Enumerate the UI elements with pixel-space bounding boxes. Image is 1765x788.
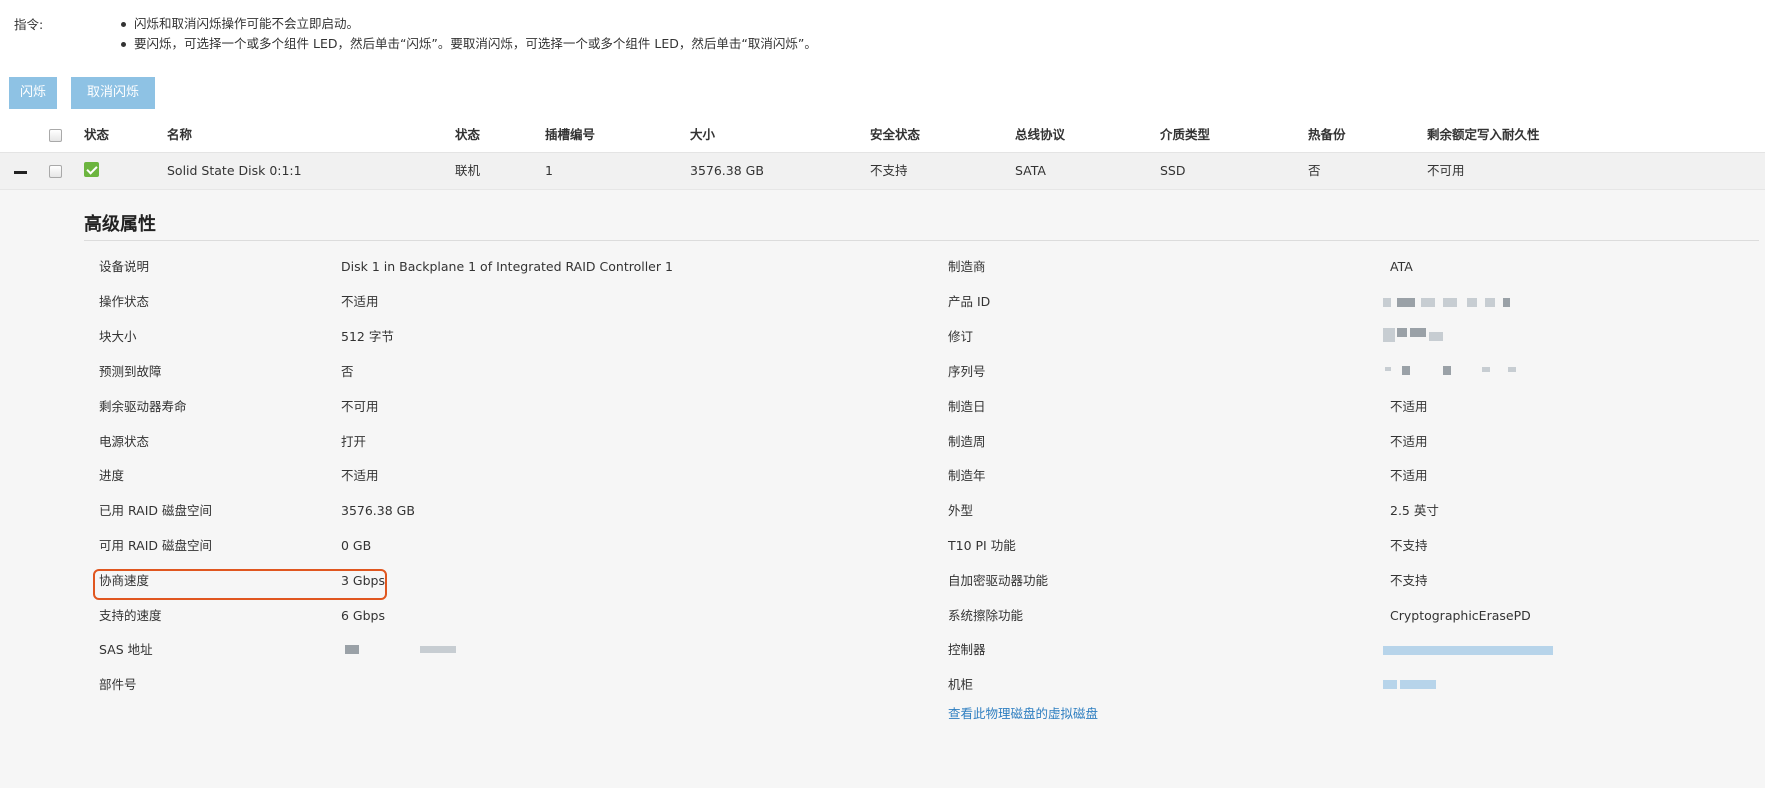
prop-label: SAS 地址 — [99, 642, 153, 657]
prop-label: 产品 ID — [948, 294, 991, 309]
prop-value: 不适用 — [1390, 468, 1428, 483]
view-virtual-disks-link[interactable]: 查看此物理磁盘的虚拟磁盘 — [948, 704, 1098, 724]
prop-label: 已用 RAID 磁盘空间 — [99, 503, 212, 518]
header-name[interactable]: 名称 — [167, 118, 192, 152]
disk-name: Solid State Disk 0:1:1 — [167, 163, 302, 178]
disk-bus: SATA — [1015, 163, 1046, 178]
prop-value: 不适用 — [1390, 434, 1428, 449]
table-header: 状态 名称 状态 插槽编号 大小 安全状态 总线协议 介质类型 热备份 剩余额定… — [0, 118, 1765, 153]
prop-label: 制造年 — [948, 468, 986, 483]
prop-value: CryptographicErasePD — [1390, 608, 1531, 623]
prop-label: 预测到故障 — [99, 364, 162, 379]
header-bus[interactable]: 总线协议 — [1015, 118, 1065, 152]
redacted-value — [345, 645, 359, 654]
header-endurance[interactable]: 剩余额定写入耐久性 — [1427, 118, 1540, 152]
header-security[interactable]: 安全状态 — [870, 118, 920, 152]
prop-value: ATA — [1390, 259, 1413, 274]
header-hotspare[interactable]: 热备份 — [1308, 118, 1346, 152]
redacted-value — [420, 646, 456, 653]
prop-label: 设备说明 — [99, 259, 150, 274]
prop-value: 不适用 — [341, 468, 379, 483]
redacted-value — [1410, 328, 1426, 337]
redacted-value — [1482, 367, 1490, 372]
prop-label: 支持的速度 — [99, 608, 162, 623]
disk-media: SSD — [1160, 163, 1186, 178]
redacted-value — [1397, 298, 1415, 307]
prop-value: 不适用 — [341, 294, 379, 309]
prop-label: 控制器 — [948, 642, 986, 657]
unblink-button[interactable]: 取消闪烁 — [71, 77, 155, 109]
collapse-icon[interactable] — [14, 171, 27, 174]
prop-value: 512 字节 — [341, 329, 394, 344]
prop-value: 2.5 英寸 — [1390, 503, 1439, 518]
redacted-value — [1400, 680, 1436, 689]
disk-slot: 1 — [545, 163, 553, 178]
prop-value: 否 — [341, 364, 354, 379]
instruction-item: 闪烁和取消闪烁操作可能不会立即启动。 — [118, 14, 817, 34]
blink-button[interactable]: 闪烁 — [9, 77, 57, 109]
prop-label: T10 PI 功能 — [948, 538, 1016, 553]
prop-value: 不支持 — [1390, 573, 1428, 588]
disk-size: 3576.38 GB — [690, 163, 764, 178]
prop-label: 机柜 — [948, 677, 974, 692]
disk-hotspare: 否 — [1308, 163, 1321, 178]
disk-endurance: 不可用 — [1427, 163, 1465, 178]
redacted-value — [1383, 328, 1395, 342]
redacted-value — [1503, 298, 1510, 307]
prop-value: Disk 1 in Backplane 1 of Integrated RAID… — [341, 259, 673, 274]
prop-label: 制造周 — [948, 434, 986, 449]
disk-state: 联机 — [455, 163, 481, 178]
prop-label: 自加密驱动器功能 — [948, 573, 1049, 588]
prop-value: 6 Gbps — [341, 608, 385, 623]
prop-label: 进度 — [99, 468, 125, 483]
prop-label: 修订 — [948, 329, 974, 344]
prop-value: 3576.38 GB — [341, 503, 415, 518]
header-size[interactable]: 大小 — [690, 118, 715, 152]
prop-label: 操作状态 — [99, 294, 150, 309]
redacted-value — [1485, 298, 1495, 307]
prop-label: 序列号 — [948, 364, 986, 379]
redacted-value — [1443, 298, 1457, 307]
header-media[interactable]: 介质类型 — [1160, 118, 1210, 152]
disk-security: 不支持 — [870, 163, 908, 178]
check-icon — [84, 162, 99, 177]
prop-value: 打开 — [341, 434, 367, 449]
prop-label: 部件号 — [99, 677, 137, 692]
instruction-item: 要闪烁，可选择一个或多个组件 LED，然后单击“闪烁”。要取消闪烁，可选择一个或… — [118, 34, 817, 54]
prop-label: 电源状态 — [99, 434, 150, 449]
instructions-list: 闪烁和取消闪烁操作可能不会立即启动。 要闪烁，可选择一个或多个组件 LED，然后… — [118, 14, 817, 54]
prop-label: 制造商 — [948, 259, 986, 274]
header-slot[interactable]: 插槽编号 — [545, 118, 595, 152]
redacted-value — [1402, 366, 1410, 375]
instructions-label: 指令: — [14, 17, 44, 32]
redacted-value — [1385, 367, 1391, 371]
advanced-properties-title: 高级属性 — [84, 214, 156, 235]
prop-label: 剩余驱动器寿命 — [99, 399, 187, 414]
row-checkbox[interactable] — [49, 165, 62, 178]
redacted-value — [1421, 298, 1435, 307]
redacted-value — [1397, 328, 1407, 337]
prop-label: 外型 — [948, 503, 974, 518]
redacted-value — [1467, 298, 1477, 307]
prop-value: 不适用 — [1390, 399, 1428, 414]
redacted-value — [1383, 298, 1391, 307]
redacted-value — [1429, 332, 1443, 341]
redacted-value — [1508, 367, 1516, 372]
header-status[interactable]: 状态 — [84, 118, 109, 152]
divider — [84, 240, 1759, 241]
redacted-value — [1383, 646, 1553, 655]
table-row[interactable]: Solid State Disk 0:1:1 联机 1 3576.38 GB 不… — [0, 153, 1765, 190]
prop-value: 0 GB — [341, 538, 372, 553]
prop-label: 系统擦除功能 — [948, 608, 1024, 623]
prop-value: 不可用 — [341, 399, 379, 414]
prop-label: 可用 RAID 磁盘空间 — [99, 538, 212, 553]
select-all-checkbox[interactable] — [49, 129, 62, 142]
prop-value: 不支持 — [1390, 538, 1428, 553]
prop-label: 块大小 — [99, 329, 137, 344]
redacted-value — [1443, 366, 1451, 375]
header-state[interactable]: 状态 — [455, 118, 480, 152]
negotiated-speed-highlight — [93, 569, 387, 600]
prop-label: 制造日 — [948, 399, 986, 414]
redacted-value — [1383, 680, 1397, 689]
